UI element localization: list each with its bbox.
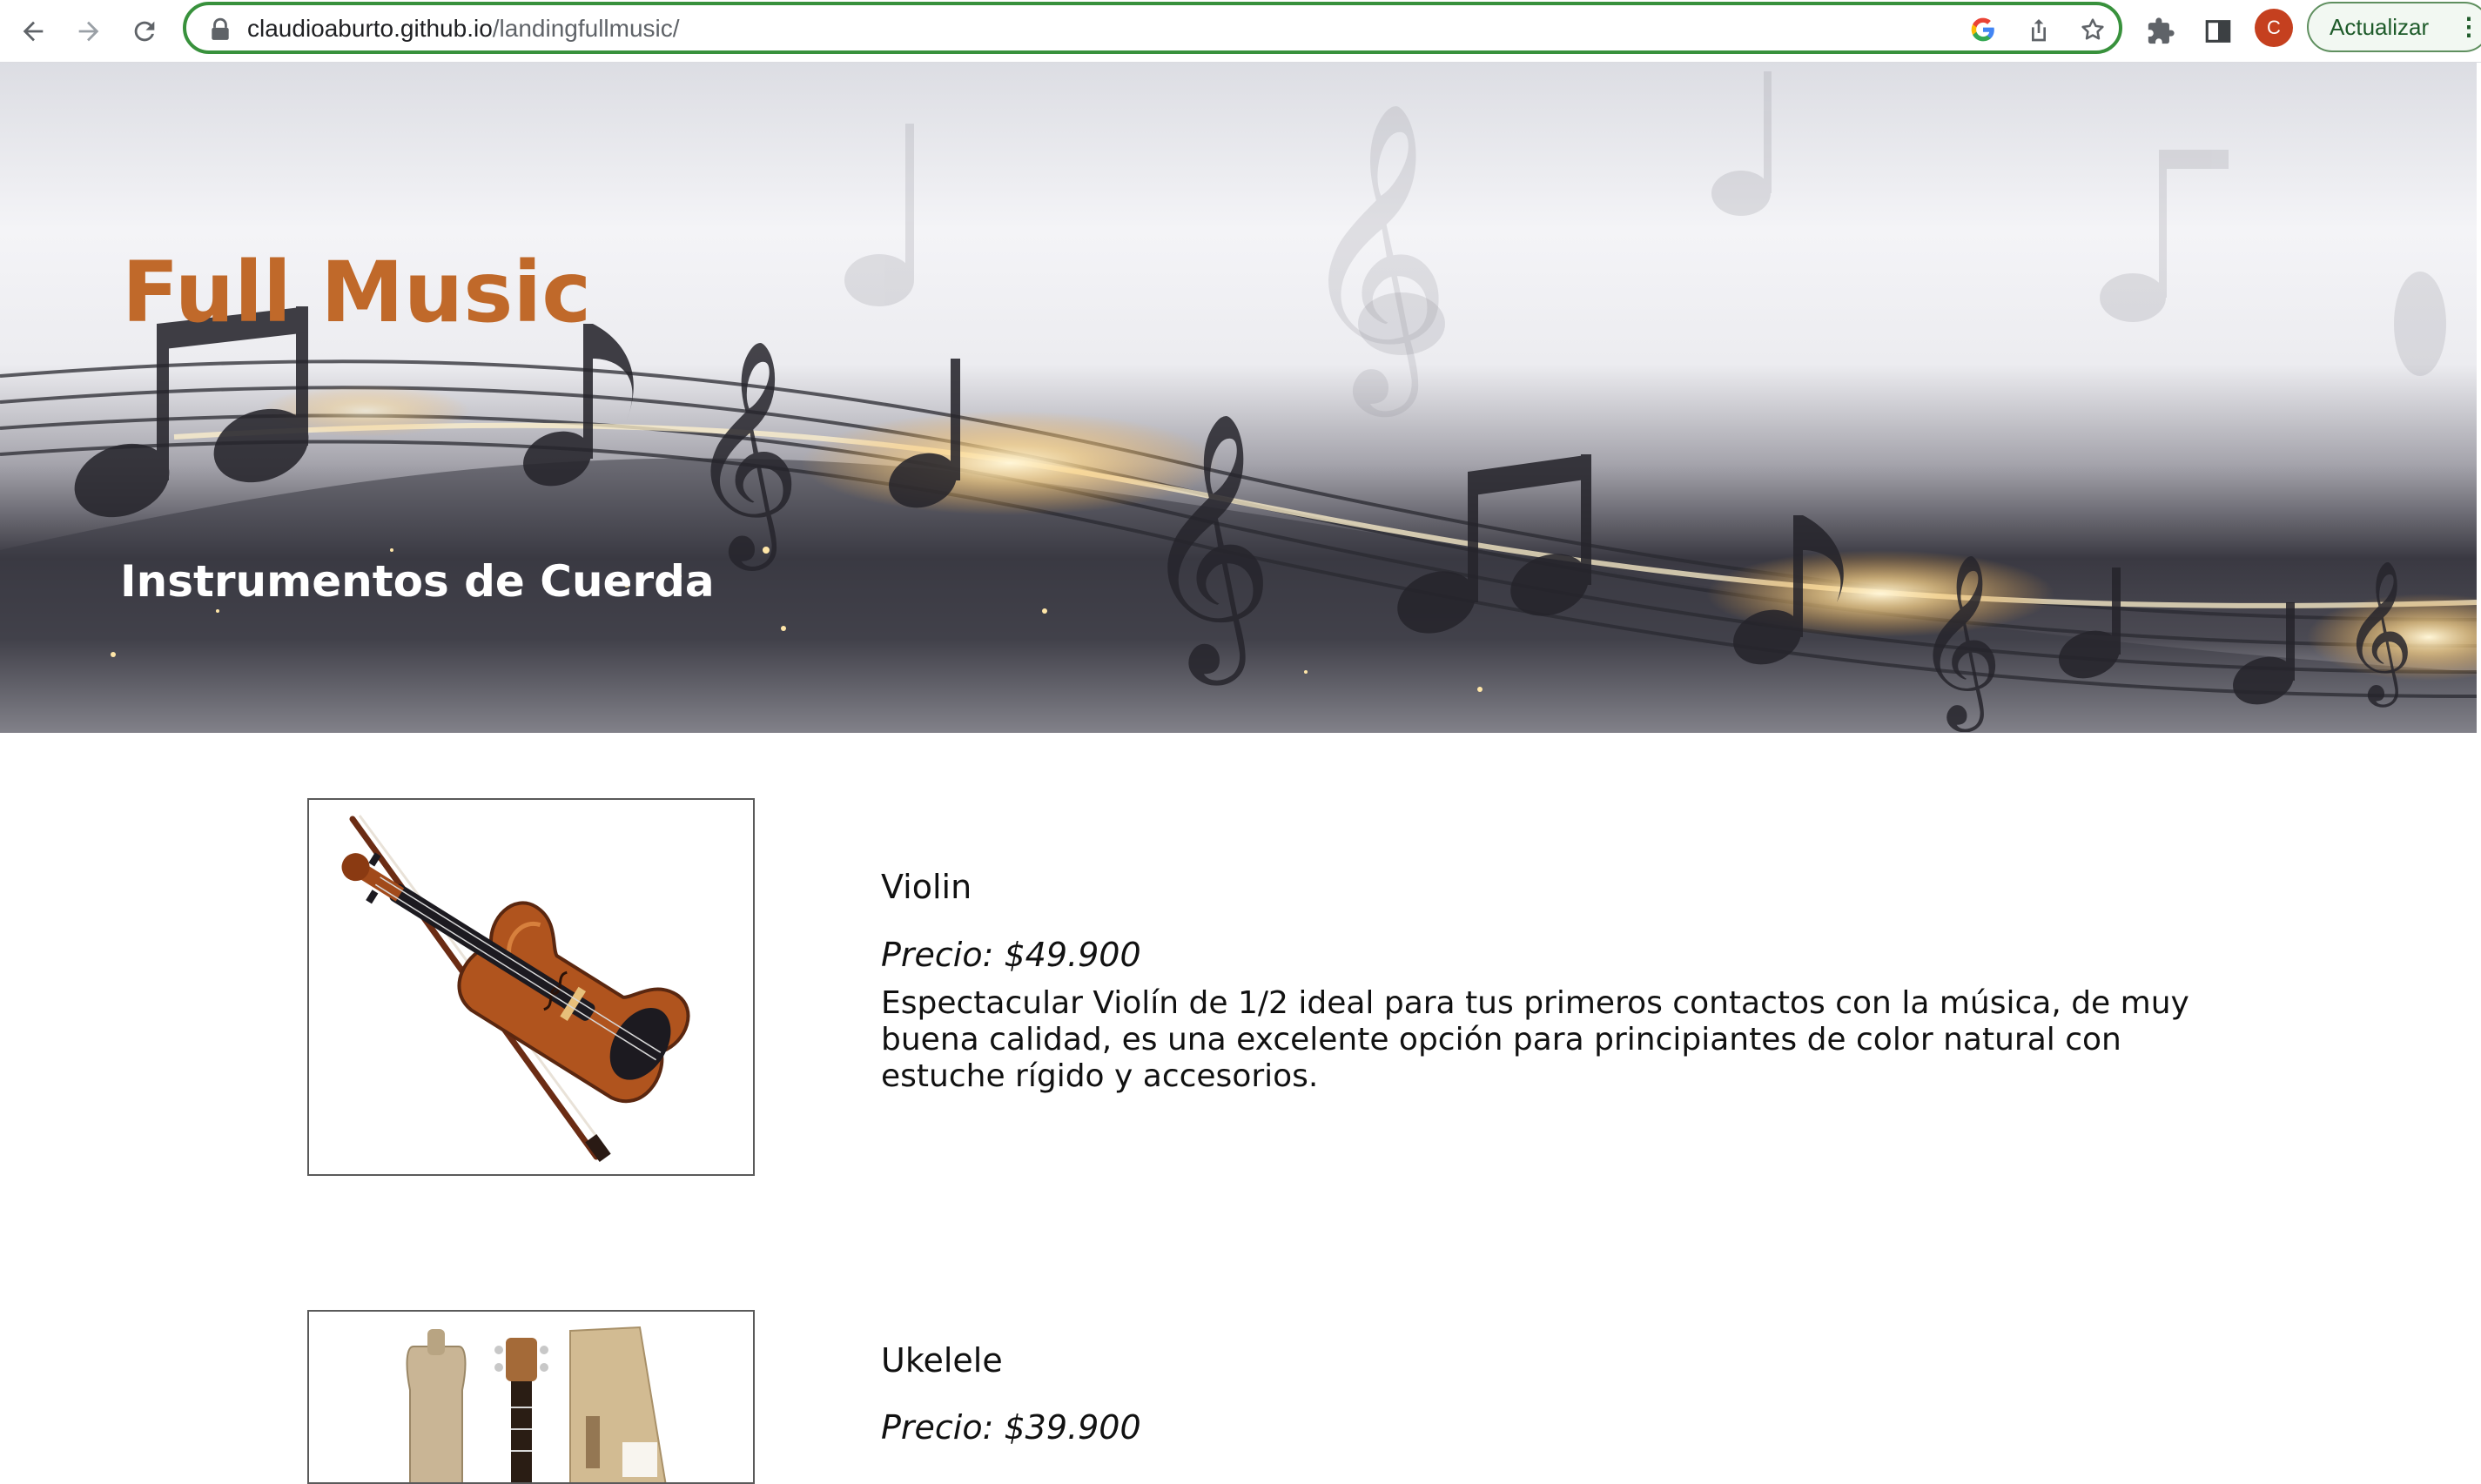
side-panel-icon	[2205, 20, 2231, 43]
product-image-violin[interactable]	[307, 798, 755, 1176]
extensions-puzzle-icon	[2148, 17, 2175, 44]
profile-avatar[interactable]: C	[2255, 9, 2293, 47]
svg-text:𝄞: 𝄞	[1915, 553, 2002, 732]
violin-image	[341, 815, 690, 1163]
side-panel-button[interactable]	[2197, 10, 2239, 52]
forward-button[interactable]	[66, 9, 111, 54]
product-image-ukelele[interactable]	[307, 1310, 755, 1484]
svg-text:𝄞: 𝄞	[1297, 99, 1451, 419]
back-button[interactable]	[10, 9, 56, 54]
svg-text:𝄞: 𝄞	[1140, 411, 1274, 687]
hero-banner: 𝄞 𝄞 𝄞 𝄞 𝄞 Full Music Instrumentos de Cue…	[0, 63, 2477, 733]
lock-icon[interactable]	[209, 17, 232, 42]
site-title: Full Music	[122, 244, 592, 342]
url-text[interactable]: claudioaburto.github.io/landingfullmusic…	[247, 14, 680, 44]
kebab-menu-icon[interactable]: ⋮	[2457, 3, 2481, 50]
browser-toolbar: claudioaburto.github.io/landingfullmusic…	[0, 0, 2481, 63]
section-title: Instrumentos de Cuerda	[120, 555, 715, 607]
music-notes-background: 𝄞 𝄞 𝄞 𝄞 𝄞	[0, 71, 2477, 733]
google-lens-button[interactable]	[1967, 14, 1999, 45]
product-price: Precio: $49.900	[881, 936, 1141, 974]
url-host: claudioaburto.github.io	[247, 15, 493, 42]
product-description: Espectacular Violín de 1/2 ideal para tu…	[881, 985, 2189, 1094]
update-button-label: Actualizar	[2330, 14, 2430, 40]
ukelele-image	[406, 1326, 667, 1482]
back-arrow-icon	[23, 21, 44, 42]
address-bar[interactable]: claudioaburto.github.io/landingfullmusic…	[183, 2, 2122, 54]
bookmark-button[interactable]	[2077, 14, 2108, 45]
update-button[interactable]: Actualizar ⋮	[2307, 2, 2481, 52]
reload-icon	[134, 21, 155, 42]
svg-text:𝄞: 𝄞	[688, 338, 801, 571]
reload-button[interactable]	[122, 9, 167, 54]
svg-text:𝄞: 𝄞	[2342, 560, 2414, 708]
forward-arrow-icon	[78, 21, 99, 42]
extensions-button[interactable]	[2140, 10, 2182, 52]
share-button[interactable]	[2023, 14, 2054, 45]
product-name: Ukelele	[881, 1341, 1003, 1380]
bookmark-star-icon	[2081, 18, 2104, 40]
google-icon	[1971, 17, 1994, 42]
product-name: Violin	[881, 868, 972, 906]
url-path: /landingfullmusic/	[492, 15, 680, 42]
product-price: Precio: $39.900	[881, 1408, 1141, 1447]
share-icon	[2032, 19, 2046, 42]
